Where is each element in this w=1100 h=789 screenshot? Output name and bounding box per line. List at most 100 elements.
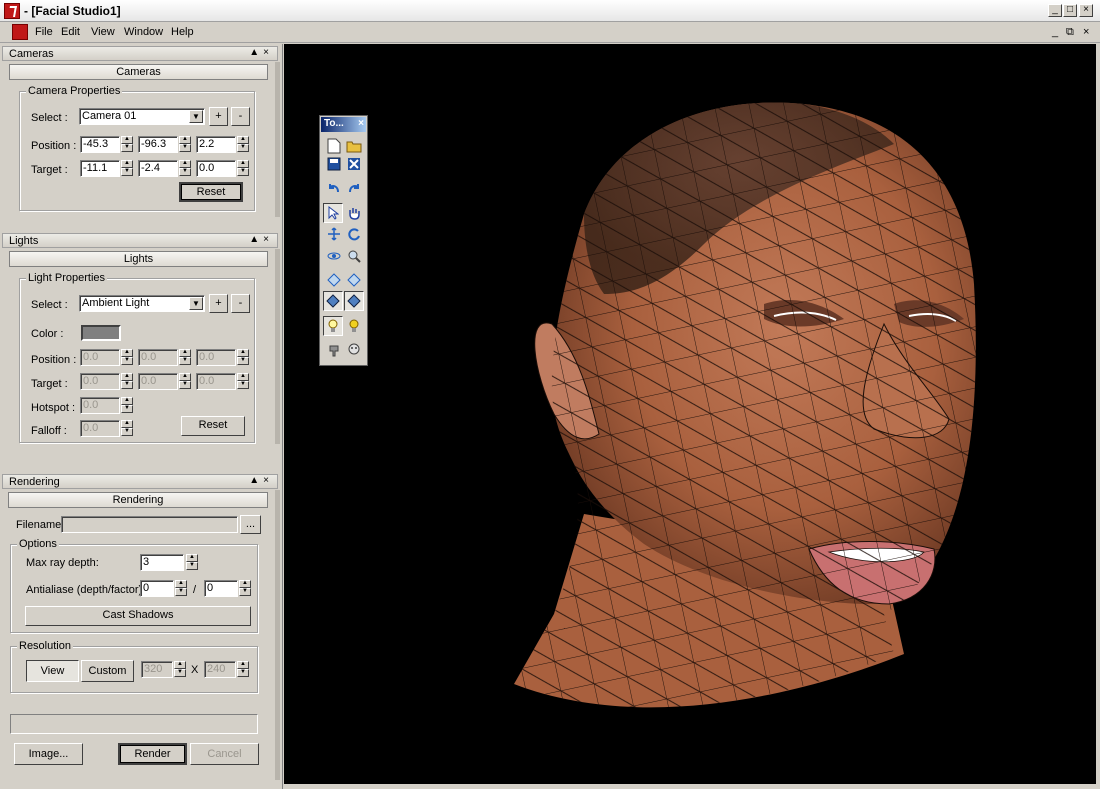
camera-target-y[interactable]: -2.4 [138,160,178,177]
light-bulb-on-icon[interactable] [344,316,364,336]
remove-camera-button[interactable]: - [231,107,250,126]
close-button[interactable]: × [1079,4,1093,17]
camera-target-z[interactable]: 0.0 [196,160,236,177]
chevron-down-icon[interactable]: ▼ [189,110,203,123]
save-icon[interactable] [324,154,344,174]
zoom-icon[interactable] [344,246,364,266]
light-position-x-spinner[interactable]: ▲ ▼ [121,349,133,366]
collapse-close-icons[interactable]: ▲× [249,475,273,486]
light-target-y[interactable]: 0.0 [138,373,178,390]
light-position-y-spinner[interactable]: ▲ ▼ [179,349,191,366]
maximize-button[interactable]: □ [1063,4,1077,17]
resolution-height-field[interactable]: 240 [204,661,236,678]
close-file-icon[interactable] [344,154,364,174]
camera-position-x-spinner[interactable]: ▲ ▼ [121,136,133,153]
light-position-y[interactable]: 0.0 [138,349,178,366]
light-falloff-field[interactable]: 0.0 [80,420,120,437]
light-hotspot-spinner[interactable]: ▲ ▼ [121,397,133,414]
image-button[interactable]: Image... [14,743,83,765]
camera-reset-button[interactable]: Reset [179,182,243,202]
menu-view[interactable]: View [91,26,115,38]
camera-position-y-spinner[interactable]: ▲ ▼ [179,136,191,153]
solid-mesh-selected-icon[interactable] [344,291,364,311]
menu-edit[interactable]: Edit [61,26,80,38]
camera-select-dropdown[interactable]: Camera 01 ▼ [79,108,205,125]
collapse-close-icons[interactable]: ▲× [249,234,273,245]
camera-target-x[interactable]: -11.1 [80,160,120,177]
light-target-y-spinner[interactable]: ▲ ▼ [179,373,191,390]
render-button[interactable]: Render [118,743,187,765]
toolbar-close-icon[interactable]: × [358,118,364,129]
collapse-close-icons[interactable]: ▲× [249,47,273,58]
add-light-button[interactable]: + [209,294,228,313]
mdi-minimize-button[interactable]: _ [1052,26,1058,38]
rendering-rollup-button[interactable]: Rendering [8,492,268,508]
light-hotspot-field[interactable]: 0.0 [80,397,120,414]
light-reset-button[interactable]: Reset [181,416,245,436]
light-position-x[interactable]: 0.0 [80,349,120,366]
light-position-z[interactable]: 0.0 [196,349,236,366]
head-icon[interactable] [344,340,364,360]
camera-position-z[interactable]: 2.2 [196,136,236,153]
light-target-z[interactable]: 0.0 [196,373,236,390]
cast-shadows-toggle[interactable]: Cast Shadows [25,606,251,626]
resolution-custom-button[interactable]: Custom [81,660,134,682]
new-file-icon[interactable] [324,136,344,156]
open-folder-icon[interactable] [344,136,364,156]
light-target-x[interactable]: 0.0 [80,373,120,390]
document-icon[interactable] [12,24,28,40]
max-ray-depth-field[interactable]: 3 [140,554,184,571]
menu-help[interactable]: Help [171,26,194,38]
toolbar-titlebar[interactable]: To... × [321,117,366,132]
select-arrow-icon[interactable] [323,203,343,223]
app-logo-icon[interactable] [4,3,20,19]
remove-light-button[interactable]: - [231,294,250,313]
cameras-panel-header[interactable]: Cameras ▲× [2,46,278,61]
antialias-factor-spinner[interactable]: ▲ ▼ [239,580,251,597]
camera-target-x-spinner[interactable]: ▲ ▼ [121,160,133,177]
rotate-icon[interactable] [344,224,364,244]
camera-position-z-spinner[interactable]: ▲ ▼ [237,136,249,153]
cameras-scrollbar[interactable] [275,62,280,217]
rendering-scrollbar[interactable] [275,490,280,780]
cancel-button[interactable]: Cancel [190,743,259,765]
browse-button[interactable]: ... [240,515,261,534]
undo-icon[interactable] [324,178,344,198]
minimize-button[interactable]: _ [1048,4,1062,17]
mdi-restore-button[interactable]: ⧉ [1066,26,1074,39]
mesh-select-icon[interactable] [344,270,364,290]
light-falloff-spinner[interactable]: ▲ ▼ [121,420,133,437]
hand-paint-icon[interactable] [324,340,344,360]
resolution-width-field[interactable]: 320 [141,661,173,678]
pan-hand-icon[interactable] [344,203,364,223]
rendering-panel-header[interactable]: Rendering ▲× [2,474,278,489]
antialias-depth-field[interactable]: 0 [140,580,174,597]
camera-position-y[interactable]: -96.3 [138,136,178,153]
orbit-icon[interactable] [324,246,344,266]
menu-file[interactable]: File [35,26,53,38]
camera-target-y-spinner[interactable]: ▲ ▼ [179,160,191,177]
lights-rollup-button[interactable]: Lights [9,251,268,267]
resolution-view-button[interactable]: View [26,660,79,682]
redo-icon[interactable] [344,178,364,198]
mesh-view-icon[interactable] [324,270,344,290]
cameras-rollup-button[interactable]: Cameras [9,64,268,80]
resolution-width-spinner[interactable]: ▲ ▼ [174,661,186,678]
menu-window[interactable]: Window [124,26,163,38]
lights-panel-header[interactable]: Lights ▲× [2,233,278,248]
lights-scrollbar[interactable] [275,249,280,444]
resolution-height-spinner[interactable]: ▲ ▼ [237,661,249,678]
camera-target-z-spinner[interactable]: ▲ ▼ [237,160,249,177]
solid-mesh-icon[interactable] [323,291,343,311]
antialias-depth-spinner[interactable]: ▲ ▼ [175,580,187,597]
mdi-close-button[interactable]: × [1083,26,1089,38]
face-mesh-render[interactable] [284,44,1096,784]
filename-field[interactable] [61,516,238,533]
antialias-factor-field[interactable]: 0 [204,580,238,597]
add-camera-button[interactable]: + [209,107,228,126]
light-target-x-spinner[interactable]: ▲ ▼ [121,373,133,390]
light-select-dropdown[interactable]: Ambient Light ▼ [79,295,205,312]
move-icon[interactable] [324,224,344,244]
camera-position-x[interactable]: -45.3 [80,136,120,153]
light-color-swatch[interactable] [81,325,121,341]
